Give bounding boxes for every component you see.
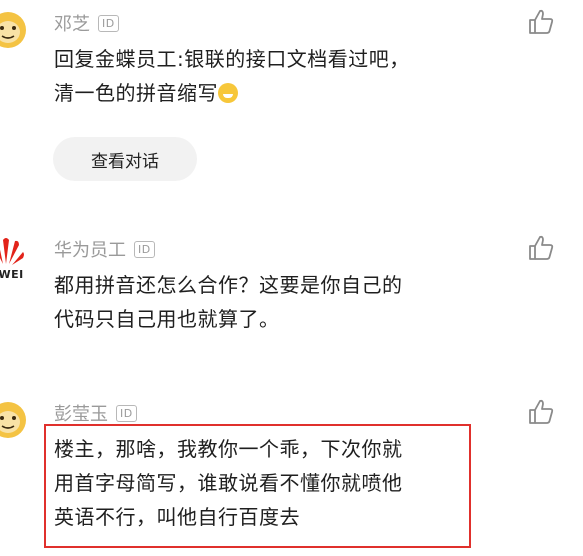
avatar-monkey[interactable] <box>0 12 26 48</box>
comment-text-span: 清一色的拼音缩写 <box>54 81 218 105</box>
huawei-logo-text: AWEI <box>0 268 24 281</box>
comment-text-line: 代码只自己用也就算了。 <box>54 307 280 331</box>
thumbs-up-icon[interactable] <box>527 398 555 426</box>
comment-text: 楼主，那啥，我教你一个乖，下次你就 用首字母简写，谁敢说看不懂你就喷他 英语不行… <box>54 432 474 534</box>
view-conversation-button[interactable]: 查看对话 <box>53 137 197 181</box>
monkey-face-icon <box>0 26 16 39</box>
comment-3-header: 彭莹玉 ID <box>54 400 137 426</box>
huawei-logo-icon <box>0 238 24 265</box>
monkey-face-icon <box>0 416 16 429</box>
thumbs-up-icon[interactable] <box>527 8 555 36</box>
username[interactable]: 邓芝 <box>54 10 90 36</box>
comment-2-header: 华为员工 ID <box>54 236 155 262</box>
thumbs-up-icon[interactable] <box>527 234 555 262</box>
comment-text: 都用拼音还怎么合作？这要是你自己的 代码只自己用也就算了。 <box>54 268 474 336</box>
comment-text: 回复金蝶员工:银联的接口文档看过吧， 清一色的拼音缩写 <box>54 42 474 110</box>
comment-text-line: 都用拼音还怎么合作？这要是你自己的 <box>54 273 403 297</box>
id-badge: ID <box>134 240 155 258</box>
comment-text-line: 回复金蝶员工:银联的接口文档看过吧， <box>54 47 410 71</box>
id-badge: ID <box>98 14 119 32</box>
id-badge: ID <box>116 404 137 422</box>
comment-text-line: 楼主，那啥，我教你一个乖，下次你就 <box>54 437 403 461</box>
avatar-huawei[interactable]: AWEI <box>0 232 34 284</box>
comment-text-line: 英语不行，叫他自行百度去 <box>54 505 300 529</box>
comment-text-line: 用首字母简写，谁敢说看不懂你就喷他 <box>54 471 403 495</box>
username[interactable]: 华为员工 <box>54 236 126 262</box>
grinning-sweat-emoji-icon <box>218 83 238 103</box>
comment-text-line: 清一色的拼音缩写 <box>54 76 474 110</box>
comment-1-header: 邓芝 ID <box>54 10 119 36</box>
username[interactable]: 彭莹玉 <box>54 400 108 426</box>
avatar-monkey[interactable] <box>0 402 26 438</box>
